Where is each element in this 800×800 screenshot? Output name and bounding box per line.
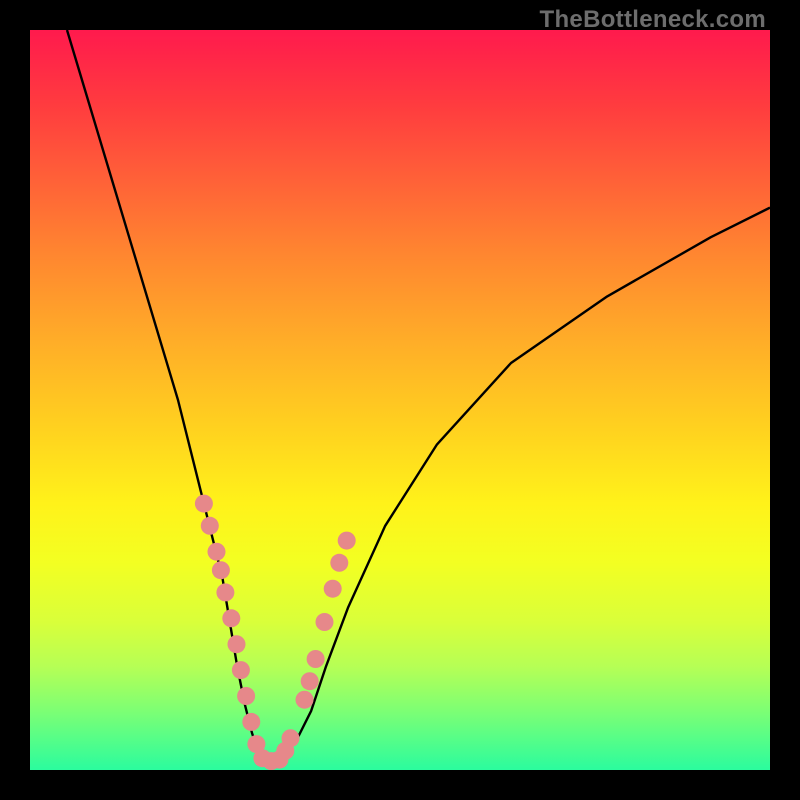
- marker-group: [195, 495, 356, 770]
- chart-svg: [30, 30, 770, 770]
- marker-dot: [228, 635, 246, 653]
- marker-dot: [201, 517, 219, 535]
- marker-dot: [307, 650, 325, 668]
- marker-dot: [232, 661, 250, 679]
- marker-dot: [222, 609, 240, 627]
- marker-dot: [316, 613, 334, 631]
- marker-dot: [330, 554, 348, 572]
- marker-dot: [212, 561, 230, 579]
- marker-dot: [195, 495, 213, 513]
- curve-path: [67, 30, 770, 763]
- marker-dot: [216, 583, 234, 601]
- marker-dot: [242, 713, 260, 731]
- marker-dot: [237, 687, 255, 705]
- marker-dot: [324, 580, 342, 598]
- marker-dot: [208, 543, 226, 561]
- bottleneck-curve: [67, 30, 770, 763]
- marker-dot: [338, 532, 356, 550]
- marker-dot: [296, 691, 314, 709]
- marker-dot: [301, 672, 319, 690]
- marker-dot: [282, 729, 300, 747]
- watermark-text: TheBottleneck.com: [540, 6, 766, 34]
- chart-frame: TheBottleneck.com: [0, 0, 800, 800]
- plot-area: [30, 30, 770, 770]
